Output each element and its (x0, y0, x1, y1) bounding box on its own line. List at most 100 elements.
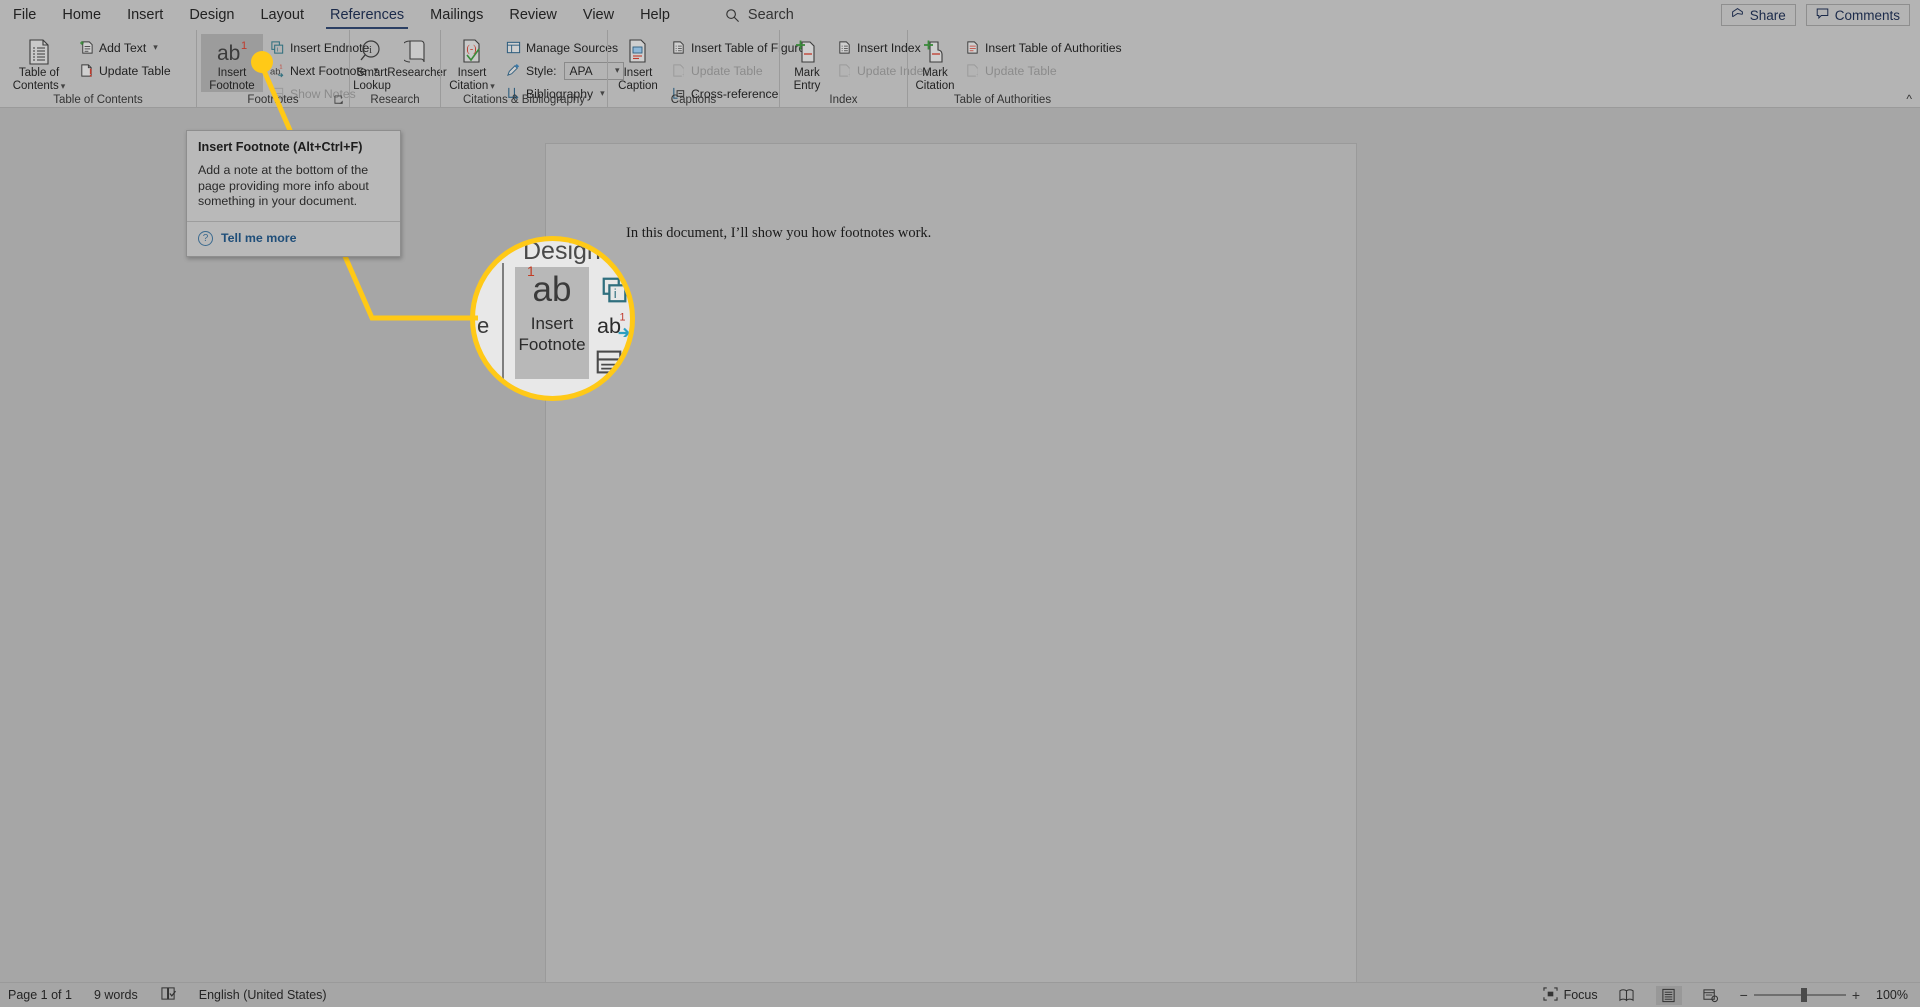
citation-style-value: APA (569, 63, 593, 78)
status-bar: Page 1 of 1 9 words English (United Stat… (0, 982, 1920, 1007)
ribbon-group-research: i Smart Lookup Researcher Research (349, 30, 447, 108)
tab-design[interactable]: Design (176, 0, 247, 30)
chevron-down-icon: ▾ (60, 80, 66, 91)
tell-me-more-label: Tell me more (221, 231, 297, 245)
tab-home[interactable]: Home (49, 0, 114, 30)
magnifier-content: Design e ab Insert Footnote 1 i ab 1 (475, 241, 630, 396)
insert-table-of-authorities-button[interactable]: Insert Table of Authorities (960, 37, 1126, 58)
search-box[interactable]: Search (725, 7, 794, 23)
mark-entry-icon (794, 37, 820, 67)
table-of-contents-line2: Contents ▾ (12, 79, 66, 92)
researcher-button[interactable]: Researcher (387, 34, 447, 80)
insert-caption-line2: Caption (618, 79, 658, 92)
ribbon-group-citations-bibliography: (-) Insert Citation ▾ Manage Sources Sty… (440, 30, 625, 108)
update-table-icon (964, 63, 980, 79)
ribbon-group-footnotes: ab 1 Insert Footnote i Insert Endnote ab… (196, 30, 378, 108)
tab-home-label: Home (62, 7, 102, 23)
tab-layout[interactable]: Layout (247, 0, 317, 30)
comments-button[interactable]: Comments (1805, 4, 1910, 26)
update-table-button[interactable]: Update Table (74, 60, 175, 81)
insert-citation-line1: Insert (457, 67, 487, 79)
researcher-line1: Researcher (387, 67, 447, 79)
svg-text:1: 1 (620, 311, 626, 323)
tab-design-label: Design (189, 7, 235, 23)
collapse-ribbon-button[interactable]: ^ (1906, 92, 1912, 106)
update-table-authorities-button[interactable]: Update Table (960, 60, 1126, 81)
comment-icon (1816, 7, 1829, 23)
update-table-icon (670, 63, 686, 79)
tell-me-more-link[interactable]: ? Tell me more (198, 222, 389, 256)
manage-sources-label: Manage Sources (526, 40, 619, 55)
insert-citation-button[interactable]: (-) Insert Citation ▾ (443, 34, 501, 92)
tooltip-body: Add a note at the bottom of the page pro… (198, 163, 369, 208)
tab-help[interactable]: Help (627, 0, 683, 30)
zoom-in-button[interactable]: + (1852, 987, 1860, 1003)
tab-insert[interactable]: Insert (114, 0, 176, 30)
focus-icon (1543, 986, 1558, 1004)
magnified-superscript: 1 (527, 263, 535, 279)
add-text-button[interactable]: Add Text ▾ (74, 37, 175, 58)
insert-footnote-button[interactable]: ab 1 Insert Footnote (201, 34, 263, 92)
word-count[interactable]: 9 words (94, 988, 138, 1002)
group-label-research: Research (370, 94, 420, 106)
tooltip-title: Insert Footnote (Alt+Ctrl+F) (198, 140, 363, 154)
search-icon (725, 8, 740, 23)
mark-entry-line1: Mark (794, 67, 820, 79)
tab-file[interactable]: File (0, 0, 49, 30)
ribbon-group-index: Mark Entry Insert Index Update Index Ind… (779, 30, 930, 108)
print-layout-view-button[interactable] (1655, 985, 1682, 1005)
magnified-line2: Footnote (518, 335, 586, 354)
tab-mailings[interactable]: Mailings (417, 0, 496, 30)
insert-caption-icon (625, 37, 651, 67)
mark-entry-button[interactable]: Mark Entry (782, 34, 832, 92)
insert-table-of-authorities-icon (964, 40, 980, 56)
insert-caption-button[interactable]: Insert Caption (610, 34, 666, 92)
comments-label: Comments (1834, 7, 1900, 23)
table-of-contents-line1: Table of (18, 67, 60, 79)
mark-citation-button[interactable]: Mark Citation (910, 34, 960, 92)
zoom-level[interactable]: 100% (1876, 988, 1908, 1002)
smart-lookup-icon: i (359, 37, 385, 67)
mark-entry-line2: Entry (793, 79, 821, 92)
document-page[interactable]: In this document, I’ll show you how foot… (545, 143, 1357, 992)
ribbon-group-table-of-contents: Table of Contents ▾ Add Text ▾ Update Ta… (0, 30, 196, 108)
zoom-slider[interactable]: − + (1740, 987, 1860, 1003)
tab-references[interactable]: References (317, 0, 417, 30)
add-text-icon (78, 40, 94, 56)
language-indicator[interactable]: English (United States) (199, 988, 327, 1002)
read-mode-view-button[interactable] (1614, 986, 1640, 1005)
zoom-thumb[interactable] (1800, 988, 1807, 1002)
magnified-insert-footnote-button[interactable]: ab Insert Footnote (515, 267, 589, 379)
group-label-index: Index (829, 94, 858, 106)
zoom-track[interactable] (1753, 988, 1846, 1002)
magnified-show-notes-icon (595, 349, 623, 380)
proofing-icon[interactable] (160, 986, 177, 1004)
zoom-out-button[interactable]: − (1740, 987, 1748, 1003)
tab-insert-label: Insert (127, 7, 164, 23)
table-of-contents-button[interactable]: Table of Contents ▾ (8, 34, 70, 92)
focus-button[interactable]: Focus (1543, 986, 1598, 1004)
insert-table-of-figures-icon (670, 40, 686, 56)
tab-file-label: File (13, 7, 37, 23)
mark-citation-icon (922, 37, 948, 67)
chevron-down-icon: ▾ (490, 80, 495, 91)
share-button[interactable]: Share (1720, 4, 1796, 26)
magnified-insert-endnote-icon: i (600, 275, 630, 310)
svg-text:1: 1 (241, 40, 247, 52)
magnified-ab-glyph: ab (532, 270, 572, 309)
document-body-text: In this document, I’ll show you how foot… (626, 225, 932, 241)
svg-text:ab: ab (217, 42, 240, 65)
tab-review[interactable]: Review (496, 0, 570, 30)
tab-view[interactable]: View (570, 0, 627, 30)
tab-layout-label: Layout (260, 7, 305, 23)
insert-citation-line2: Citation ▾ (449, 79, 495, 92)
smart-lookup-button[interactable]: i Smart Lookup (350, 34, 394, 92)
insert-endnote-icon: i (269, 40, 285, 56)
web-layout-view-button[interactable] (1698, 986, 1724, 1005)
svg-text:i: i (369, 44, 372, 56)
footnotes-dialog-launcher[interactable] (334, 95, 345, 106)
page-indicator[interactable]: Page 1 of 1 (8, 988, 72, 1002)
update-table-icon (78, 63, 94, 79)
mark-citation-line1: Mark (922, 67, 948, 79)
tab-view-label: View (582, 7, 615, 23)
